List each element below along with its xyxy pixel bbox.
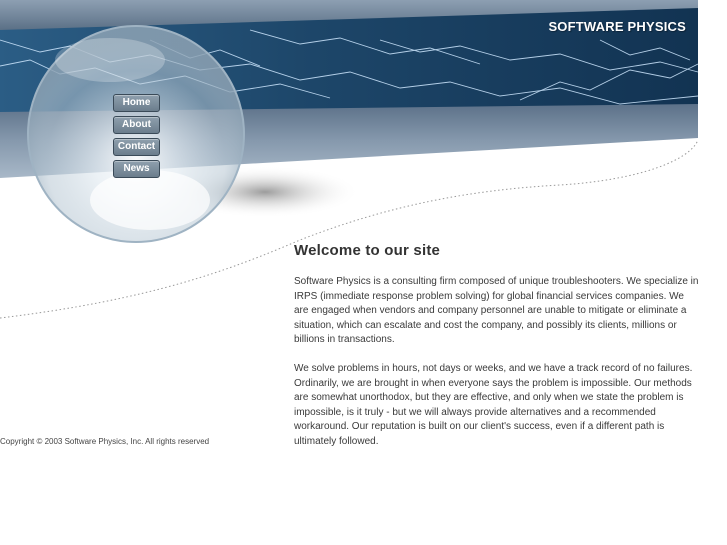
nav-contact-button[interactable]: Contact [113,138,160,156]
nav-home-button[interactable]: Home [113,94,160,112]
nav-news-button[interactable]: News [113,160,160,178]
nav-about-button[interactable]: About [113,116,160,134]
page-title: Welcome to our site [294,242,441,259]
site-title: SOFTWARE PHYSICS [548,19,686,34]
main-content: Software Physics is a consulting firm co… [294,275,699,464]
page: SOFTWARE PHYSICS Home About Contact News… [0,0,727,545]
copyright-text: Copyright © 2003 Software Physics, Inc. … [0,437,210,446]
approach-paragraph: We solve problems in hours, not days or … [294,362,693,447]
main-nav: Home About Contact News [113,94,160,182]
intro-paragraph: Software Physics is a consulting firm co… [294,276,699,346]
